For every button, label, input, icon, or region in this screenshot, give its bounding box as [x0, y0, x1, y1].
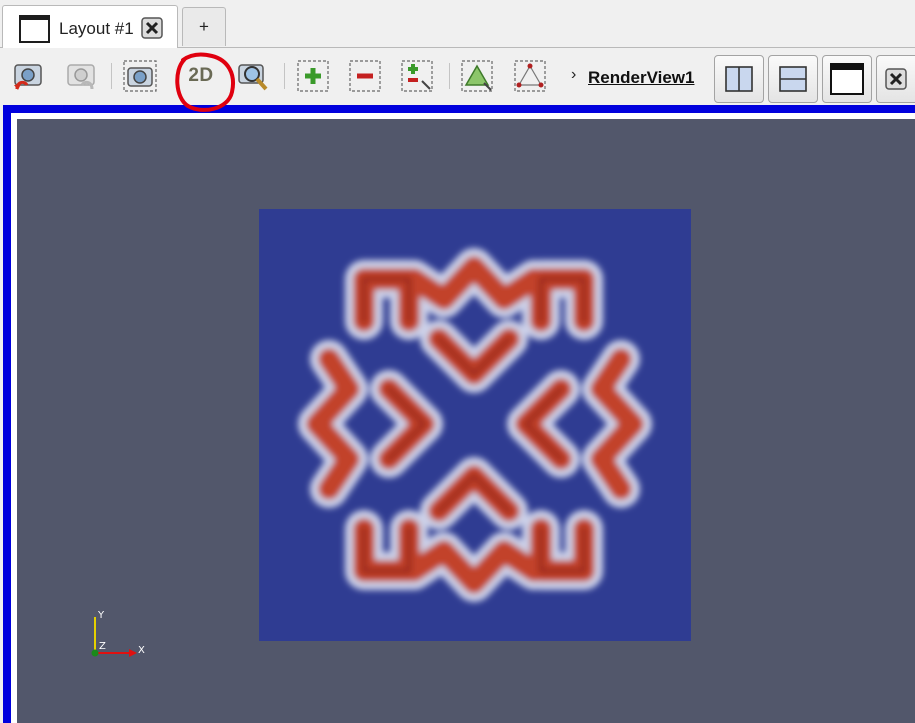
pattern-render — [298, 248, 652, 602]
render-view-frame: Y X Z — [3, 105, 915, 723]
orientation-axes: Y X Z — [91, 610, 145, 657]
zoom-to-data-button[interactable] — [235, 58, 271, 94]
capture-screenshot-button[interactable] — [122, 58, 158, 94]
select-cells-on-icon — [297, 60, 329, 92]
rendered-dataset[interactable] — [259, 209, 691, 641]
render-view-inner: Y X Z — [11, 113, 915, 723]
toolbar-separator — [111, 63, 112, 89]
toolbar-separator — [284, 63, 285, 89]
add-tab-label: + — [199, 17, 209, 36]
select-points-button[interactable] — [512, 58, 548, 94]
capture-screenshot-icon — [123, 60, 157, 92]
select-points-icon — [514, 60, 546, 92]
view-chevron: › — [571, 66, 577, 83]
axis-label-z: Z — [99, 641, 106, 652]
add-layout-tab[interactable]: + — [182, 7, 226, 46]
maximize-button[interactable] — [822, 55, 872, 103]
render-view-link[interactable]: RenderView1 — [588, 68, 694, 88]
select-interactive-button[interactable] — [399, 58, 435, 94]
select-cells-on-button[interactable] — [295, 58, 331, 94]
select-block-button[interactable] — [459, 58, 495, 94]
split-vertical-icon — [779, 66, 807, 92]
select-interactive-icon — [401, 60, 433, 92]
tab-layout-1[interactable]: Layout #1 — [2, 5, 178, 48]
toolbar-separator — [449, 63, 450, 89]
select-cells-off-button[interactable] — [347, 58, 383, 94]
zoom-to-data-icon — [238, 64, 268, 91]
select-cells-off-icon — [349, 60, 381, 92]
window-icon — [19, 15, 50, 43]
select-block-icon — [461, 60, 493, 92]
toggle-2d-3d-button[interactable]: 2D — [181, 58, 221, 94]
split-horizontal-icon — [725, 66, 753, 92]
axis-label-y: Y — [97, 610, 105, 621]
tab-bar: Layout #1 + — [0, 0, 915, 49]
close-view-icon — [885, 68, 907, 90]
close-tab-icon[interactable] — [140, 16, 164, 40]
reset-camera-redo-button[interactable] — [63, 58, 99, 94]
maximize-icon — [830, 63, 864, 95]
reset-camera-undo-icon — [14, 64, 42, 90]
split-vertical-button[interactable] — [768, 55, 818, 103]
render-viewport[interactable]: Y X Z — [17, 119, 915, 723]
split-horizontal-button[interactable] — [714, 55, 764, 103]
close-view-button[interactable] — [876, 55, 915, 103]
tab-label: Layout #1 — [59, 19, 134, 38]
reset-camera-redo-icon — [67, 64, 95, 90]
toggle-2d-label: 2D — [188, 65, 214, 86]
axis-label-x: X — [138, 645, 145, 656]
reset-camera-undo-button[interactable] — [10, 58, 46, 94]
